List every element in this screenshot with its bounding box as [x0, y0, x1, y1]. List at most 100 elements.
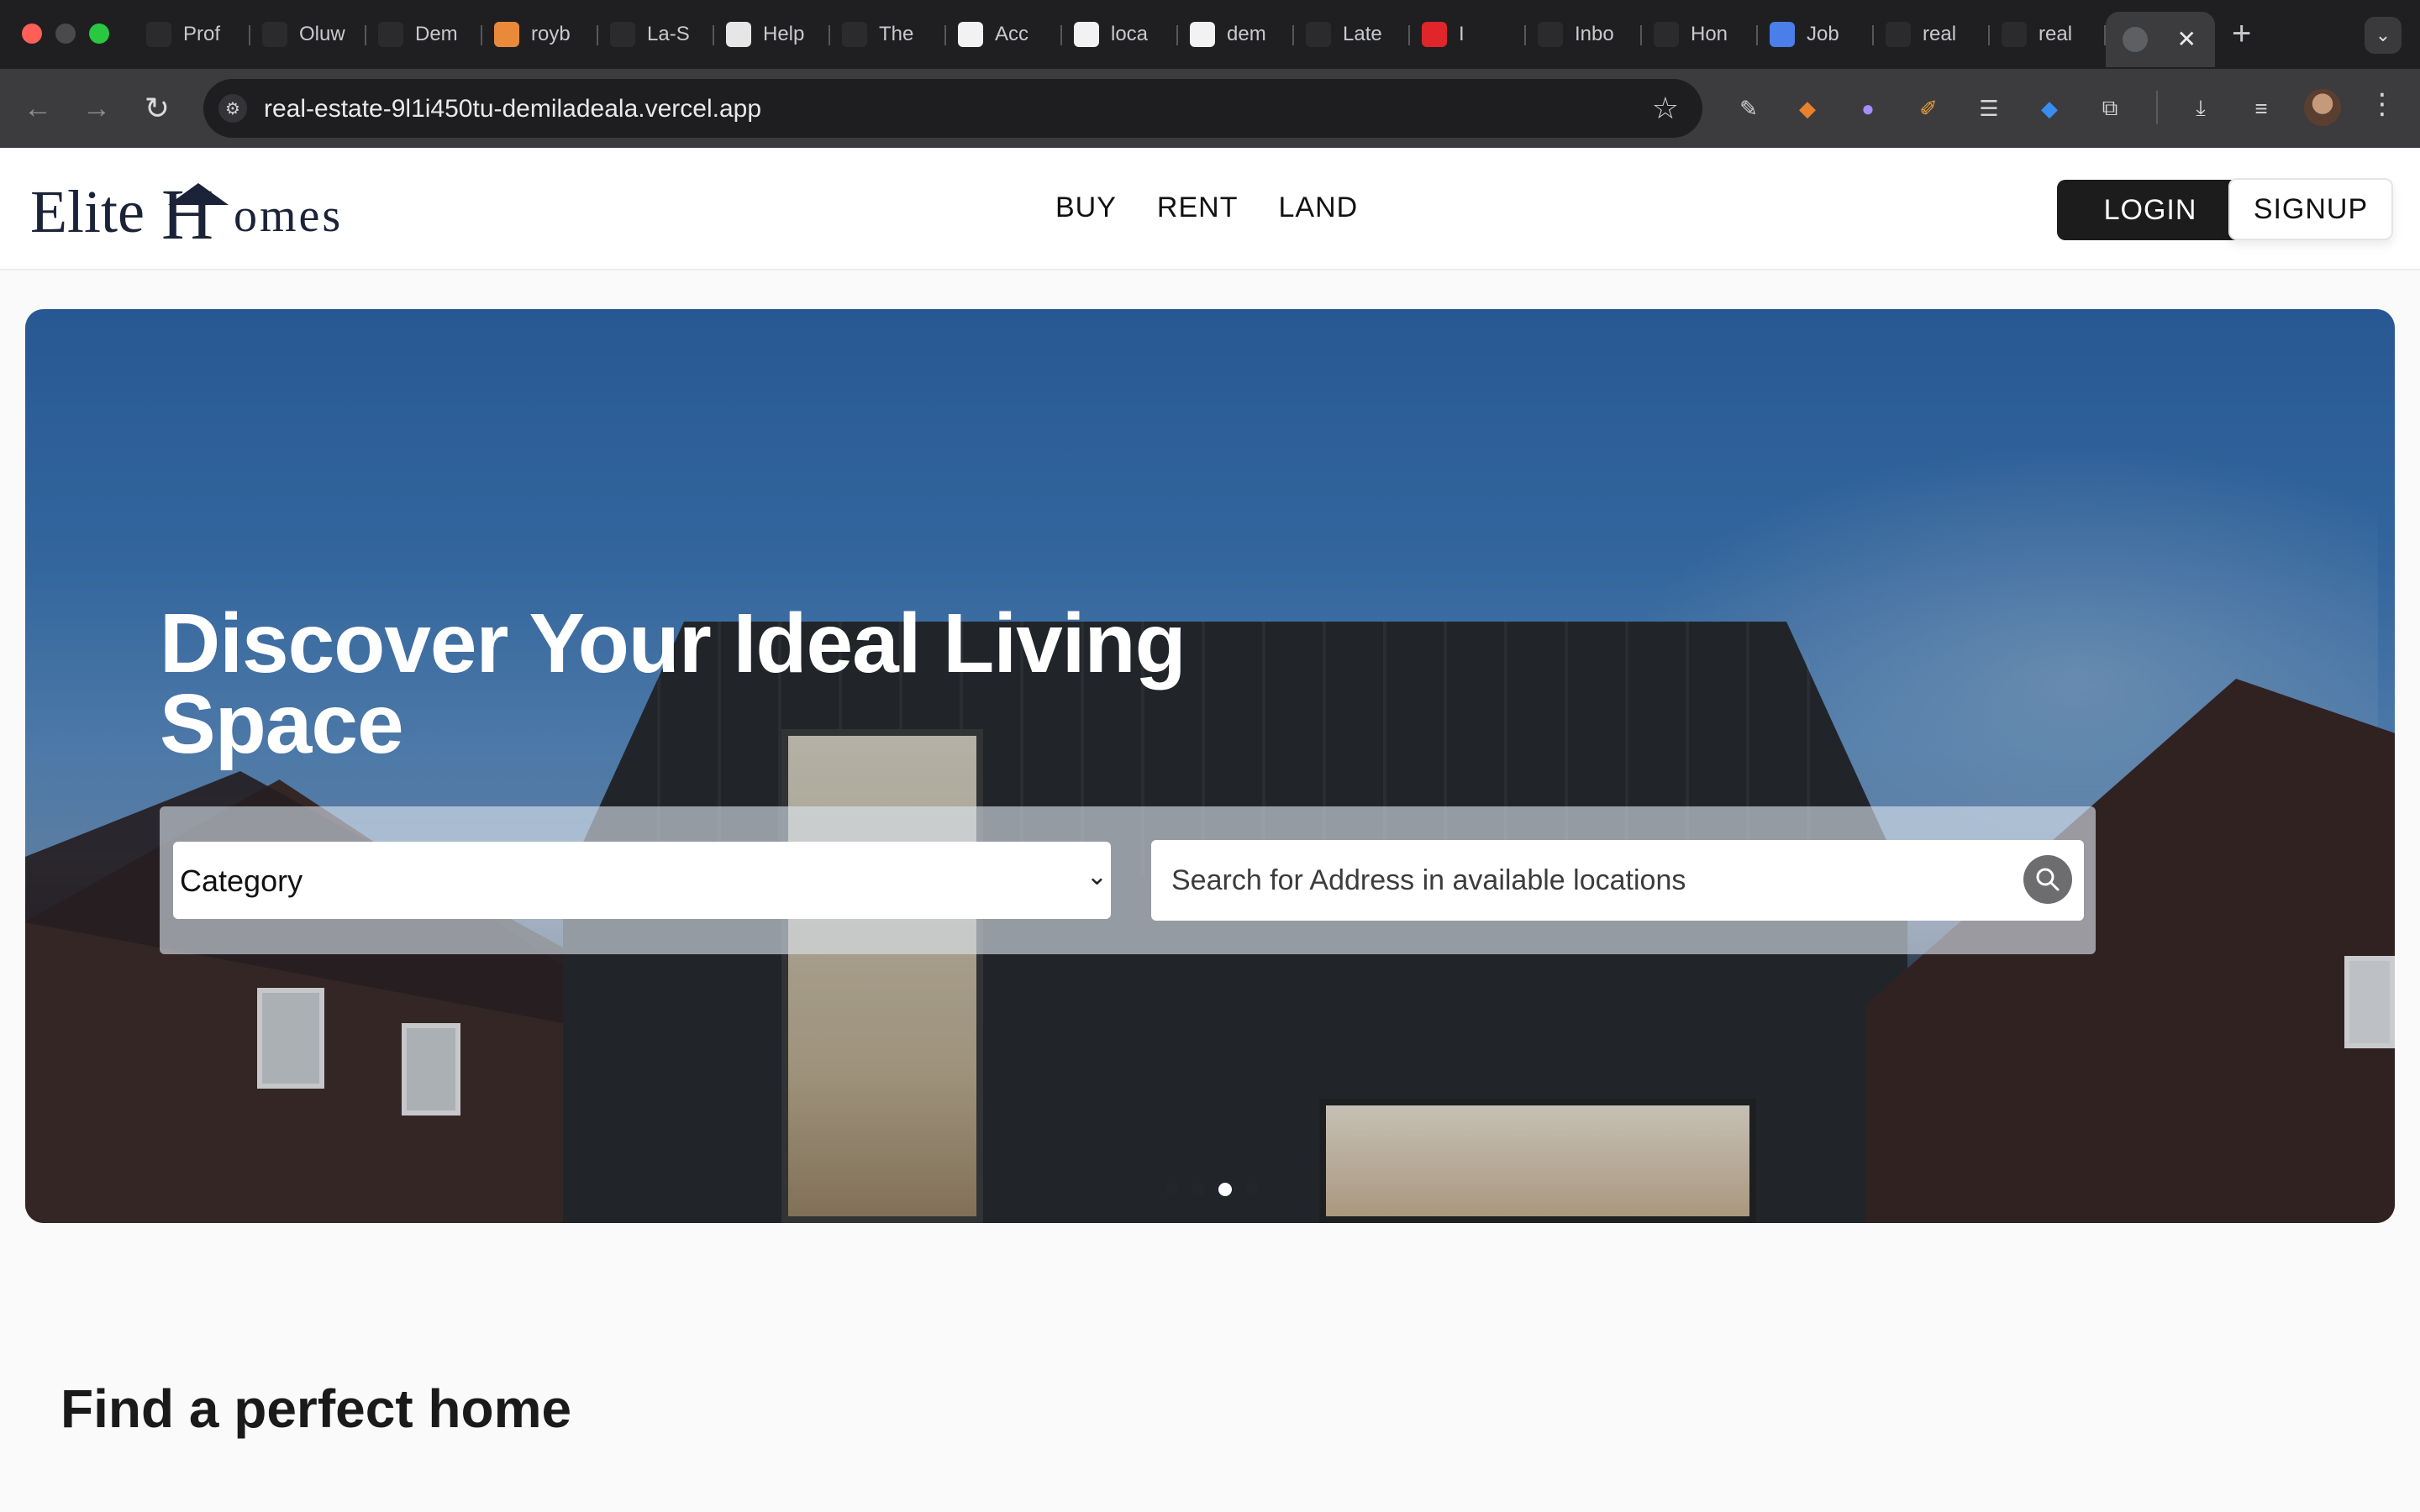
profile-avatar[interactable]: [2304, 89, 2341, 126]
toolbar-divider: [2156, 91, 2158, 124]
logo-text-homes: omes: [233, 190, 344, 242]
signup-button[interactable]: SIGNUP: [2228, 178, 2393, 240]
database-extension-icon[interactable]: ☰: [1971, 91, 2007, 126]
openai-icon: [146, 22, 171, 47]
browser-tab-title: La-S: [647, 23, 690, 45]
window-minimize-button[interactable]: [55, 24, 76, 44]
nav-land[interactable]: LAND: [1278, 192, 1358, 224]
extensions-puzzle-icon[interactable]: ⧉: [2092, 91, 2128, 126]
window-close-button[interactable]: [22, 24, 42, 44]
browser-tab[interactable]: Prof: [134, 12, 250, 57]
category-select[interactable]: Category ⌄: [173, 842, 1111, 919]
browser-tab[interactable]: loca: [1062, 12, 1178, 57]
ghost-extension-icon[interactable]: ●: [1850, 91, 1886, 126]
browser-tab-title: real: [1923, 23, 1957, 45]
pencil-extension-icon[interactable]: ✐: [1911, 91, 1946, 126]
browser-tab[interactable]: Dem: [366, 12, 482, 57]
site-logo[interactable]: Elite H omes: [30, 178, 344, 250]
browser-tab[interactable]: Help: [714, 12, 830, 57]
search-button[interactable]: [2023, 855, 2072, 904]
bookmark-star-icon[interactable]: ☆: [1652, 91, 1679, 126]
browser-tab[interactable]: real: [1874, 12, 1990, 57]
browser-tab-title: Hon: [1691, 23, 1728, 45]
nav-rent[interactable]: RENT: [1157, 192, 1239, 224]
browser-tab[interactable]: dem: [1178, 12, 1294, 57]
browser-tab-title: Dem: [415, 23, 458, 45]
doc-icon: [1190, 22, 1215, 47]
reload-icon[interactable]: ↻: [136, 87, 178, 129]
browser-menu-icon[interactable]: ⋮: [2368, 87, 2396, 121]
browser-tab[interactable]: I: [1410, 12, 1526, 57]
carousel-dot[interactable]: [1245, 1183, 1259, 1196]
window-zoom-button[interactable]: [89, 24, 109, 44]
search-icon: [2036, 868, 2060, 891]
figma-icon: [1306, 22, 1331, 47]
carousel-dot[interactable]: [1192, 1183, 1205, 1196]
browser-tab[interactable]: Hon: [1642, 12, 1758, 57]
login-button[interactable]: LOGIN: [2057, 180, 2244, 240]
browser-tab[interactable]: The: [830, 12, 946, 57]
browser-tab-title: Prof: [183, 23, 221, 45]
browser-tab-title: Job: [1807, 23, 1839, 45]
help-icon: [726, 22, 751, 47]
browser-tab-title: loca: [1111, 23, 1149, 45]
vercel-account-icon: [958, 22, 983, 47]
address-search-input[interactable]: [1171, 860, 1978, 900]
category-select-label: Category: [180, 864, 303, 898]
browser-tab-active[interactable]: ✕: [2106, 12, 2215, 67]
forward-arrow-icon[interactable]: →: [76, 87, 118, 129]
browser-tab-title: Help: [763, 23, 805, 45]
browser-tab[interactable]: real: [1990, 12, 2106, 57]
gmail-icon: [1538, 22, 1563, 47]
browser-tab-title: Acc: [995, 23, 1029, 45]
browser-tab[interactable]: Acc: [946, 12, 1062, 57]
section-title: Find a perfect home: [60, 1378, 572, 1439]
logo-text-elite: Elite: [30, 178, 145, 245]
browser-tab-title: Oluw: [299, 23, 345, 45]
hero-title: Discover Your Ideal Living Space: [160, 596, 1186, 771]
download-icon[interactable]: ⤓: [2183, 91, 2218, 126]
vercel-icon: [2002, 22, 2027, 47]
browser-tab-title: royb: [531, 23, 571, 45]
globe-icon: [2123, 27, 2148, 52]
carousel-dot[interactable]: [1218, 1183, 1232, 1196]
diamond-extension-icon[interactable]: ◆: [2032, 91, 2067, 126]
browser-tab-title: The: [879, 23, 914, 45]
tab-list: Prof Oluw Dem royb La-S Help The Acc loca dem Late…: [134, 12, 2215, 67]
address-bar[interactable]: ⚙ real-estate-9l1i450tu-demiladeala.verc…: [203, 79, 1702, 138]
main-nav: BUY RENT LAND: [1055, 192, 1358, 224]
metamask-extension-icon[interactable]: ◆: [1790, 91, 1825, 126]
browser-tab[interactable]: Oluw: [250, 12, 366, 57]
nav-buy[interactable]: BUY: [1055, 192, 1117, 224]
site-header: Elite H omes BUY RENT LAND LOGIN SIGNUP: [0, 148, 2420, 270]
site-info-icon[interactable]: ⚙: [218, 94, 247, 123]
browser-tab-title: dem: [1227, 23, 1266, 45]
browser-tab[interactable]: La-S: [598, 12, 714, 57]
roy-icon: [494, 22, 519, 47]
book-icon: [842, 22, 867, 47]
browser-tab[interactable]: Late: [1294, 12, 1410, 57]
youtube-music-icon: [1422, 22, 1447, 47]
back-arrow-icon[interactable]: ←: [17, 87, 59, 129]
browser-tab[interactable]: Inbo: [1526, 12, 1642, 57]
new-tab-button[interactable]: +: [2232, 15, 2251, 52]
logo-house-icon: H: [161, 178, 234, 250]
tab-strip: Prof Oluw Dem royb La-S Help The Acc loca dem Late…: [0, 0, 2420, 69]
search-panel: Category ⌄: [160, 806, 2096, 954]
browser-tab-title: Inbo: [1575, 23, 1614, 45]
carousel-dot[interactable]: [1165, 1183, 1178, 1196]
media-controls-icon[interactable]: ≡: [2244, 91, 2279, 126]
browser-chrome: Prof Oluw Dem royb La-S Help The Acc loca dem Late…: [0, 0, 2420, 148]
browser-tab-title: real: [2039, 23, 2073, 45]
browser-tab[interactable]: Job: [1758, 12, 1874, 57]
close-tab-icon[interactable]: ✕: [2177, 25, 2196, 53]
x-icon: [1654, 22, 1679, 47]
bolt-icon: [1886, 22, 1911, 47]
browser-tab[interactable]: royb: [482, 12, 598, 57]
url-text[interactable]: real-estate-9l1i450tu-demiladeala.vercel…: [264, 95, 761, 123]
eyedropper-extension-icon[interactable]: ✎: [1731, 91, 1766, 126]
tab-search-button[interactable]: ⌄: [2365, 17, 2402, 54]
hero-banner: Discover Your Ideal Living Space Categor…: [25, 309, 2395, 1223]
chevron-down-icon: ⌄: [1086, 863, 1107, 890]
address-search-field[interactable]: [1151, 840, 2084, 921]
